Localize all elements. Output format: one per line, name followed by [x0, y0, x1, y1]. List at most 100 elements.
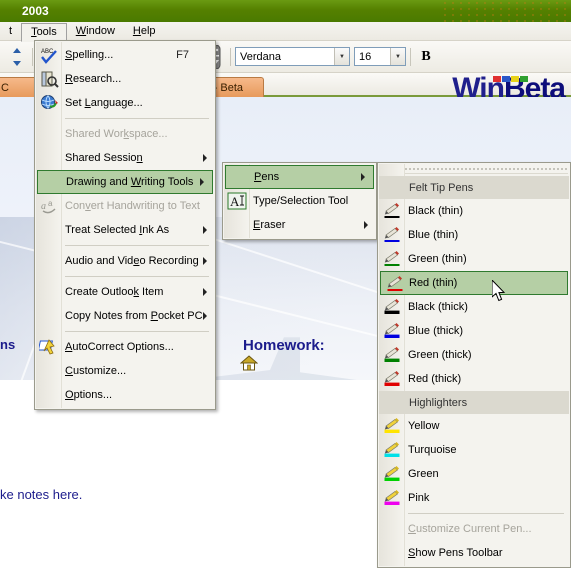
menu-item-label: Customize Current Pen...: [408, 523, 532, 535]
menu-item-label: Eraser: [253, 219, 286, 231]
menu-item-options[interactable]: Options...: [35, 383, 215, 407]
menu-item-eraser[interactable]: Eraser: [223, 213, 376, 237]
pen-icon: [383, 227, 403, 243]
menu-group-header: Highlighters: [379, 391, 569, 414]
menu-item-label: Turquoise: [408, 444, 457, 456]
font-name-combobox[interactable]: Verdana ▼: [235, 47, 350, 66]
submenu-arrow-icon: [364, 221, 368, 229]
titlebar-texture: [441, 0, 571, 22]
menu-item-customize[interactable]: Customize...: [35, 359, 215, 383]
menu-separator: [65, 245, 209, 246]
tools-menu[interactable]: ABC Spelling... F7 Research... Set Language.…: [34, 40, 216, 410]
menubar-item-label: Tools: [31, 25, 57, 38]
menu-item-label: Shared Session: [65, 152, 143, 164]
menu-item-red-thin[interactable]: Red (thin): [380, 271, 568, 295]
submenu-arrow-icon: [203, 312, 207, 320]
logo-color-block: [502, 76, 511, 82]
menu-separator: [65, 118, 209, 119]
menu-item-type-selection-tool[interactable]: A Type/Selection Tool: [223, 189, 376, 213]
font-size-combobox[interactable]: 16 ▼: [354, 47, 406, 66]
menu-item-label: Type/Selection Tool: [253, 195, 349, 207]
menu-item-black-thick[interactable]: Black (thick): [378, 295, 570, 319]
chevron-down-icon[interactable]: ▼: [334, 48, 349, 65]
menu-item-label: Show Pens Toolbar: [408, 547, 503, 559]
toolbar-divider: [410, 47, 411, 66]
menu-item-research[interactable]: Research...: [35, 67, 215, 91]
menu-item-label: Green (thin): [408, 253, 467, 265]
svg-text:A: A: [230, 194, 240, 209]
menu-item-shortcut: F7: [176, 49, 189, 61]
menu-item-label: Treat Selected Ink As: [65, 224, 170, 236]
logo-color-block: [493, 76, 502, 82]
menu-item-turquoise[interactable]: Turquoise: [378, 438, 570, 462]
pen-icon: [386, 276, 406, 292]
menu-item-audio-and-video-recording[interactable]: Audio and Video Recording: [35, 249, 215, 273]
menubar-item-window[interactable]: Window: [67, 22, 124, 40]
font-size-value: 16: [359, 50, 372, 63]
menu-item-label: Spelling...: [65, 49, 114, 61]
menu-item-label: Options...: [65, 389, 113, 401]
menu-item-label: Green: [408, 468, 439, 480]
highlighter-icon: [383, 466, 403, 482]
menu-item-label: Pens: [254, 171, 280, 183]
menu-item-label: Customize...: [65, 365, 127, 377]
menu-item-yellow[interactable]: Yellow: [378, 414, 570, 438]
drag-grip-handle[interactable]: [380, 165, 568, 174]
menu-item-label: Copy Notes from Pocket PC: [65, 310, 203, 322]
drawing-and-writing-tools-submenu[interactable]: Pens A Type/Selection Tool Eraser: [222, 162, 377, 240]
menu-item-label: Pink: [408, 492, 430, 504]
menu-item-pens[interactable]: Pens: [225, 165, 374, 189]
scroll-up-down-icon[interactable]: [6, 46, 28, 68]
menubar-item-tools[interactable]: Tools: [21, 22, 67, 42]
menu-item-label: Shared Workspace...: [65, 128, 168, 140]
submenu-arrow-icon: [361, 173, 365, 181]
menu-item-autocorrect-options[interactable]: AutoCorrect Options...: [35, 335, 215, 359]
menu-separator: [65, 331, 209, 332]
menu-item-label: Yellow: [408, 420, 440, 432]
menu-item-set-language[interactable]: Set Language...: [35, 91, 215, 115]
menu-item-label: Red (thick): [408, 373, 462, 385]
menubar-item-label: Window: [75, 25, 115, 37]
menu-item-treat-selected-ink-as[interactable]: Treat Selected Ink As: [35, 218, 215, 242]
menu-item-show-pens-toolbar[interactable]: Show Pens Toolbar: [378, 541, 570, 565]
highlighter-icon: [383, 490, 403, 506]
menu-item-spelling[interactable]: ABC Spelling... F7: [35, 43, 215, 67]
menu-item-customize-current-pen: Customize Current Pen...: [378, 517, 570, 541]
menu-item-label: Black (thick): [408, 301, 468, 313]
submenu-arrow-icon: [203, 226, 207, 234]
font-name-value: Verdana: [240, 50, 281, 63]
menu-group-header-label: Felt Tip Pens: [409, 181, 474, 194]
menubar-item-label: Help: [132, 25, 156, 37]
menu-item-drawing-and-writing-tools[interactable]: Drawing and Writing Tools: [37, 170, 213, 194]
menu-item-create-outlook-item[interactable]: Create Outlook Item: [35, 280, 215, 304]
pens-submenu[interactable]: Felt Tip Pens Black (thin) Blue (thin) Gree…: [377, 162, 571, 568]
menu-group-header: Felt Tip Pens: [379, 176, 569, 199]
menubar-item-help[interactable]: Help: [124, 22, 165, 40]
menu-item-red-thick[interactable]: Red (thick): [378, 367, 570, 391]
menu-item-blue-thick[interactable]: Blue (thick): [378, 319, 570, 343]
menubar-item-t[interactable]: t: [0, 22, 21, 40]
menu-item-green[interactable]: Green: [378, 462, 570, 486]
menubar-item-label: t: [9, 25, 13, 37]
menu-item-blue-thin[interactable]: Blue (thin): [378, 223, 570, 247]
window-title: 2003: [22, 4, 49, 18]
menu-item-label: AutoCorrect Options...: [65, 341, 174, 353]
autocorrect-icon: [37, 338, 59, 356]
logo-color-blocks: [493, 76, 529, 82]
menu-item-green-thin[interactable]: Green (thin): [378, 247, 570, 271]
menu-item-shared-session[interactable]: Shared Session: [35, 146, 215, 170]
menu-item-green-thick[interactable]: Green (thick): [378, 343, 570, 367]
menu-item-black-thin[interactable]: Black (thin): [378, 199, 570, 223]
pen-icon: [383, 299, 403, 315]
toolbar-divider: [32, 47, 33, 66]
menu-item-pink[interactable]: Pink: [378, 486, 570, 510]
canvas-notes-text: ke notes here.: [0, 487, 83, 502]
submenu-arrow-icon: [203, 154, 207, 162]
menu-item-copy-notes-from-pocket-pc[interactable]: Copy Notes from Pocket PC: [35, 304, 215, 328]
menu-item-label: Convert Handwriting to Text: [65, 200, 200, 212]
bold-button[interactable]: B: [415, 46, 437, 68]
menu-group-header-label: Highlighters: [409, 396, 468, 409]
window-titlebar: 2003: [0, 0, 571, 22]
research-book-icon: [39, 70, 59, 88]
chevron-down-icon[interactable]: ▼: [390, 48, 405, 65]
